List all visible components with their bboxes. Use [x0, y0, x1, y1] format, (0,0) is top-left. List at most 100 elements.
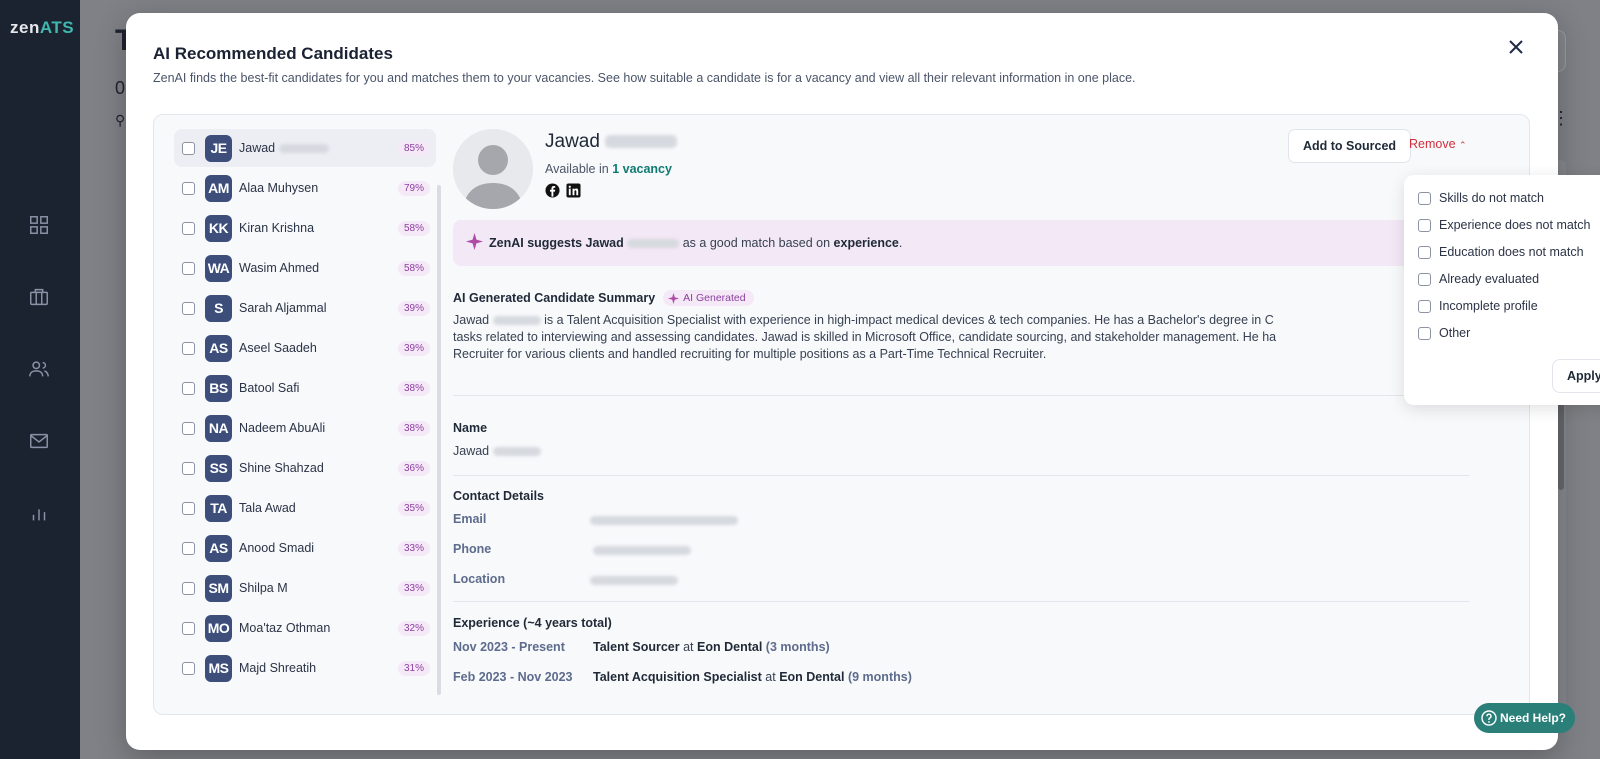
candidate-name: Wasim Ahmed: [239, 261, 320, 275]
ai-generated-badge: AI Generated: [663, 290, 754, 306]
candidate-name: Shine Shahzad: [239, 461, 324, 475]
dashboard-icon[interactable]: [28, 214, 52, 238]
match-percentage-badge: 58%: [397, 260, 430, 276]
reason-education-option[interactable]: Education does not match: [1418, 245, 1584, 259]
candidate-name: Tala Awad: [239, 501, 296, 515]
candidate-checkbox[interactable]: [182, 381, 195, 395]
candidate-checkbox[interactable]: [182, 421, 195, 435]
reason-skills-option[interactable]: Skills do not match: [1418, 191, 1544, 205]
candidate-initials-avatar: MS: [205, 654, 232, 682]
candidate-checkbox[interactable]: [182, 261, 195, 275]
candidate-row[interactable]: SM Shilpa M 33%: [174, 569, 436, 607]
candidate-row[interactable]: TA Tala Awad 35%: [174, 489, 436, 527]
need-help-button[interactable]: Need Help?: [1474, 703, 1575, 733]
candidate-checkbox[interactable]: [182, 341, 195, 355]
candidate-name: Batool Safi: [239, 381, 300, 395]
remove-button[interactable]: Remove ⌃: [1409, 137, 1467, 151]
candidate-initials-avatar: SM: [205, 574, 232, 602]
contact-details-label: Contact Details: [453, 489, 544, 503]
reason-evaluated-option[interactable]: Already evaluated: [1418, 272, 1539, 286]
app-logo[interactable]: zenATS: [10, 18, 74, 38]
candidate-checkbox[interactable]: [182, 581, 195, 595]
candidate-name: Majd Shreatih: [239, 661, 317, 675]
briefcase-icon[interactable]: [28, 286, 52, 310]
match-percentage-badge: 39%: [397, 300, 430, 316]
app-sidebar: zenATS: [0, 0, 80, 759]
candidate-initials-avatar: MO: [205, 614, 232, 642]
linkedin-icon[interactable]: [566, 183, 581, 198]
candidate-row[interactable]: MS Majd Shreatih 31%: [174, 649, 436, 687]
remove-reasons-dropdown: Skills do not match Experience does not …: [1404, 175, 1600, 405]
social-links: [545, 183, 581, 198]
candidate-initials-avatar: JE: [205, 134, 232, 162]
apply-button[interactable]: Apply: [1552, 359, 1600, 393]
match-percentage-badge: 38%: [397, 380, 430, 396]
analytics-icon[interactable]: [28, 502, 52, 526]
summary-text: Jawad is a Talent Acquisition Specialist…: [453, 313, 1277, 361]
candidate-row[interactable]: AM Alaa Muhysen 79%: [174, 169, 436, 207]
candidate-row[interactable]: S Sarah Aljammal 39%: [174, 289, 436, 327]
modal-content: JE Jawad 85% AM Alaa Muhysen 79% KK Kiran Kris…: [153, 114, 1530, 715]
candidate-initials-avatar: SS: [205, 454, 232, 482]
close-icon[interactable]: [1506, 37, 1530, 61]
mail-icon[interactable]: [28, 430, 52, 454]
checkbox[interactable]: [1418, 191, 1431, 205]
candidate-checkbox[interactable]: [182, 221, 195, 235]
candidate-checkbox[interactable]: [182, 461, 195, 475]
checkbox[interactable]: [1418, 245, 1431, 259]
candidate-initials-avatar: TA: [205, 494, 232, 522]
add-to-sourced-button[interactable]: Add to Sourced: [1288, 129, 1412, 163]
checkbox[interactable]: [1418, 218, 1431, 232]
candidate-avatar: [453, 129, 533, 209]
checkbox[interactable]: [1418, 326, 1431, 340]
sparkle-icon: [466, 233, 483, 250]
email-label: Email: [453, 512, 487, 526]
candidate-row[interactable]: NA Nadeem AbuAli 38%: [174, 409, 436, 447]
location-pin-icon: ⚲: [115, 112, 126, 128]
location-label: Location: [453, 572, 506, 586]
location-value-redacted: [590, 573, 678, 587]
candidate-name: Aseel Saadeh: [239, 341, 317, 355]
candidate-initials-avatar: S: [205, 294, 232, 322]
candidate-checkbox[interactable]: [182, 141, 195, 155]
candidate-row[interactable]: JE Jawad 85%: [174, 129, 436, 167]
candidate-name: Kiran Krishna: [239, 221, 315, 235]
match-percentage-badge: 58%: [397, 220, 430, 236]
candidate-row[interactable]: SS Shine Shahzad 36%: [174, 449, 436, 487]
candidate-name-heading: Jawad: [545, 131, 678, 153]
candidate-row[interactable]: BS Batool Safi 38%: [174, 369, 436, 407]
candidate-checkbox[interactable]: [182, 501, 195, 515]
candidate-name: Nadeem AbuAli: [239, 421, 326, 435]
candidate-row[interactable]: AS Anood Smadi 33%: [174, 529, 436, 567]
reason-experience-option[interactable]: Experience does not match: [1418, 218, 1590, 232]
candidate-initials-avatar: AS: [205, 334, 232, 362]
facebook-icon[interactable]: [545, 183, 560, 198]
match-percentage-badge: 31%: [397, 660, 430, 676]
candidate-checkbox[interactable]: [182, 661, 195, 675]
candidate-row[interactable]: AS Aseel Saadeh 39%: [174, 329, 436, 367]
candidate-checkbox[interactable]: [182, 541, 195, 555]
candidate-checkbox[interactable]: [182, 621, 195, 635]
checkbox[interactable]: [1418, 272, 1431, 286]
phone-label: Phone: [453, 542, 492, 556]
modal-title: AI Recommended Candidates: [153, 44, 393, 63]
match-percentage-badge: 33%: [397, 580, 430, 596]
phone-value-redacted: [593, 543, 691, 557]
ai-recommended-modal: AI Recommended Candidates ZenAI finds th…: [126, 13, 1600, 750]
candidate-checkbox[interactable]: [182, 301, 195, 315]
vacancy-link[interactable]: 1 vacancy: [612, 162, 672, 176]
candidate-initials-avatar: AS: [205, 534, 232, 562]
candidate-row[interactable]: MO Moa'taz Othman 32%: [174, 609, 436, 647]
candidate-row[interactable]: KK Kiran Krishna 58%: [174, 209, 436, 247]
candidate-checkbox[interactable]: [182, 181, 195, 195]
checkbox[interactable]: [1418, 299, 1431, 313]
candidate-list-scrollbar[interactable]: [437, 185, 441, 695]
users-icon[interactable]: [28, 358, 52, 382]
candidate-initials-avatar: KK: [205, 214, 232, 242]
candidate-initials-avatar: WA: [205, 254, 232, 282]
chevron-up-icon: ⌃: [1459, 140, 1467, 150]
candidate-list: JE Jawad 85% AM Alaa Muhysen 79% KK Kiran Kris…: [174, 129, 436, 709]
reason-other-option[interactable]: Other: [1418, 326, 1470, 340]
candidate-row[interactable]: WA Wasim Ahmed 58%: [174, 249, 436, 287]
reason-incomplete-option[interactable]: Incomplete profile: [1418, 299, 1538, 313]
